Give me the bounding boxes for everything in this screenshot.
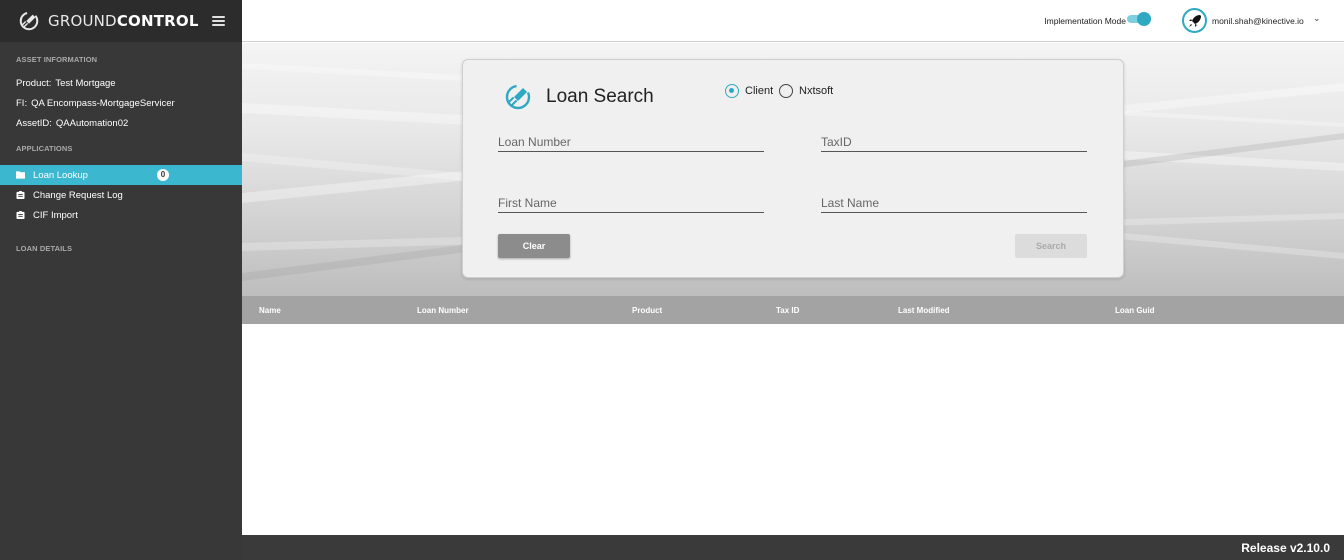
top-bar: Implementation Mode monil.shah@kinective… (242, 0, 1344, 42)
chevron-down-icon[interactable]: ⌄ (1313, 13, 1321, 24)
sidebar-item-loan-lookup[interactable]: Loan Lookup 0 (0, 165, 242, 185)
search-button[interactable]: Search (1015, 234, 1087, 258)
radio-label: Client (745, 85, 774, 97)
column-header-loan-guid[interactable]: Loan Guid (1115, 306, 1155, 315)
column-header-last-modified[interactable]: Last Modified (898, 306, 950, 315)
loan-search-title: Loan Search (546, 86, 654, 107)
brand-name: GROUNDCONTROL (48, 12, 199, 30)
footer: Release v2.10.0 (242, 535, 1344, 560)
radio-client[interactable]: Client (725, 84, 773, 98)
clipboard-icon (16, 191, 25, 199)
implementation-mode-label: Implementation Mode (1044, 16, 1126, 26)
column-header-product[interactable]: Product (632, 306, 662, 315)
loan-details-heading: LOAN DETAILS (16, 244, 73, 253)
column-header-name[interactable]: Name (259, 306, 281, 315)
loan-search-card: Loan Search Client Nxtsoft Clear Search (462, 59, 1124, 278)
loan-number-input[interactable] (498, 132, 764, 152)
user-email[interactable]: monil.shah@kinective.io (1212, 16, 1304, 26)
asset-information-heading: ASSET INFORMATION (16, 55, 98, 64)
asset-product: Product: Test Mortgage (16, 78, 116, 89)
rocket-logo-icon (19, 11, 39, 31)
implementation-mode-toggle[interactable] (1127, 12, 1151, 26)
rocket-icon (1188, 14, 1201, 27)
count-badge: 0 (157, 169, 169, 181)
tax-id-input[interactable] (821, 132, 1087, 152)
sidebar-item-label: CIF Import (33, 209, 78, 221)
hamburger-menu-icon[interactable] (212, 16, 225, 26)
clipboard-icon (16, 211, 25, 219)
sidebar: GROUNDCONTROL ASSET INFORMATION Product:… (0, 0, 242, 560)
last-name-input[interactable] (821, 193, 1087, 213)
release-version: Release v2.10.0 (1241, 541, 1330, 555)
sidebar-item-label: Loan Lookup (33, 169, 88, 181)
radio-label: Nxtsoft (799, 85, 834, 97)
sidebar-item-label: Change Request Log (33, 189, 123, 201)
asset-id: AssetID: QAAutomation02 (16, 118, 129, 129)
asset-fi: FI: QA Encompass-MortgageServicer (16, 98, 175, 109)
results-table-header: Name Loan Number Product Tax ID Last Mod… (242, 296, 1344, 324)
sidebar-item-cif-import[interactable]: CIF Import (0, 205, 242, 225)
clear-button[interactable]: Clear (498, 234, 570, 258)
first-name-input[interactable] (498, 193, 764, 213)
radio-nxtsoft[interactable]: Nxtsoft (779, 84, 833, 98)
sidebar-item-change-request-log[interactable]: Change Request Log (0, 185, 242, 205)
folder-icon (16, 171, 25, 179)
column-header-tax-id[interactable]: Tax ID (776, 306, 799, 315)
results-table-body (242, 324, 1344, 534)
brand-header: GROUNDCONTROL (0, 0, 242, 42)
avatar[interactable] (1182, 8, 1207, 33)
rocket-logo-icon (505, 84, 531, 110)
column-header-loan-number[interactable]: Loan Number (417, 306, 469, 315)
applications-heading: APPLICATIONS (16, 144, 73, 153)
